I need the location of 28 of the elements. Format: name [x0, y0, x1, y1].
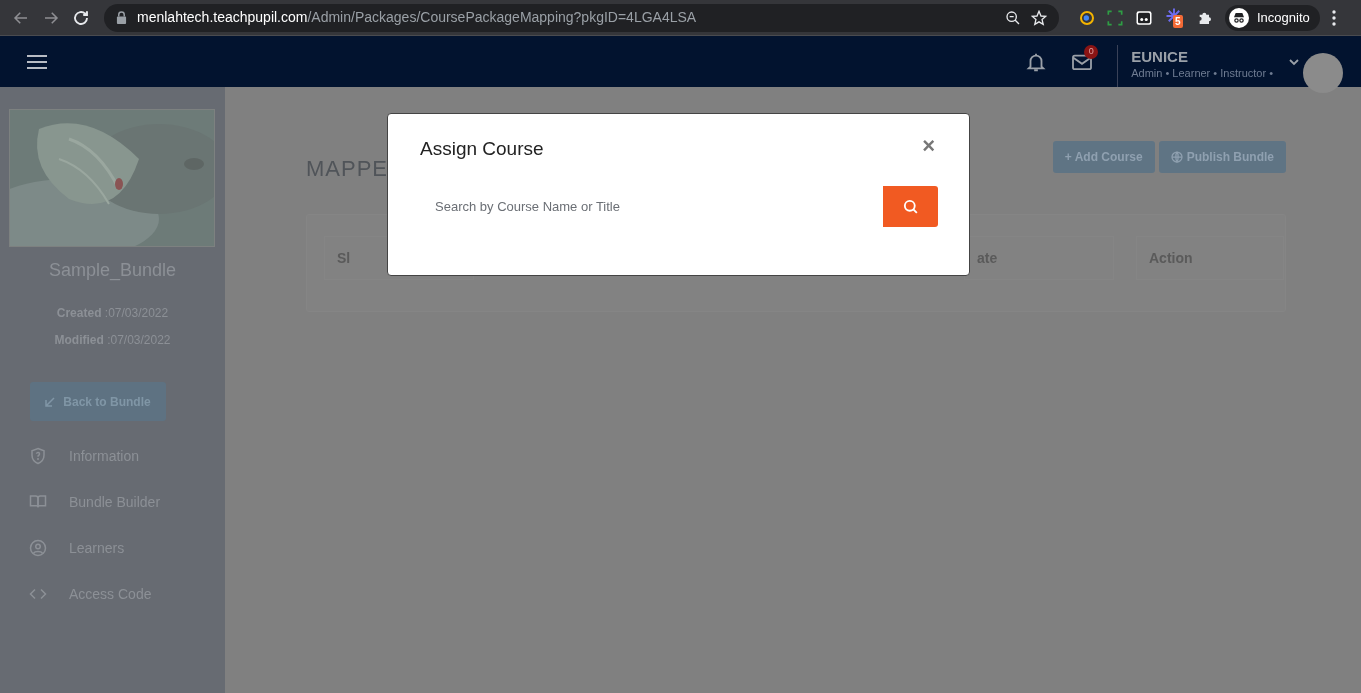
code-icon [29, 587, 47, 601]
extension-icon[interactable] [1079, 9, 1095, 26]
profile-chip[interactable]: Incognito [1225, 4, 1320, 31]
url-text: menlahtech.teachpupil.com/Admin/Packages/CoursePackageMapping?pkgID=4LGA4LSA [137, 8, 697, 27]
incognito-icon [1229, 7, 1249, 28]
address-bar[interactable]: menlahtech.teachpupil.com/Admin/Packages/CoursePackageMapping?pkgID=4LGA4LSA [104, 3, 1059, 32]
user-roles: Admin • Learner • Instructor • [1131, 65, 1273, 80]
zoom-out-icon[interactable] [1005, 9, 1021, 26]
menu-icon[interactable] [1331, 9, 1336, 26]
caret-icon[interactable] [1289, 57, 1299, 66]
star-icon[interactable] [1031, 9, 1047, 26]
arrow-icon [45, 396, 56, 407]
search-field[interactable]: Search by Course Name or Title [420, 185, 883, 227]
search-button[interactable] [883, 185, 938, 227]
mail-icon[interactable] [1071, 52, 1094, 71]
shield-icon [29, 447, 47, 465]
user-icon [29, 539, 47, 557]
globe-icon [1170, 151, 1183, 163]
extension-badge: 5 [1173, 14, 1183, 28]
mail-badge: 0 [1084, 44, 1099, 59]
search-icon [902, 197, 919, 215]
lock-icon [116, 11, 127, 24]
reload-icon[interactable] [72, 8, 90, 27]
extension-icon[interactable] [1135, 8, 1153, 27]
menu-icon[interactable] [27, 53, 47, 70]
close-button[interactable]: × [922, 134, 935, 157]
modal-title: Assign Course [420, 137, 544, 161]
user-name: EUNICE [1131, 47, 1189, 66]
